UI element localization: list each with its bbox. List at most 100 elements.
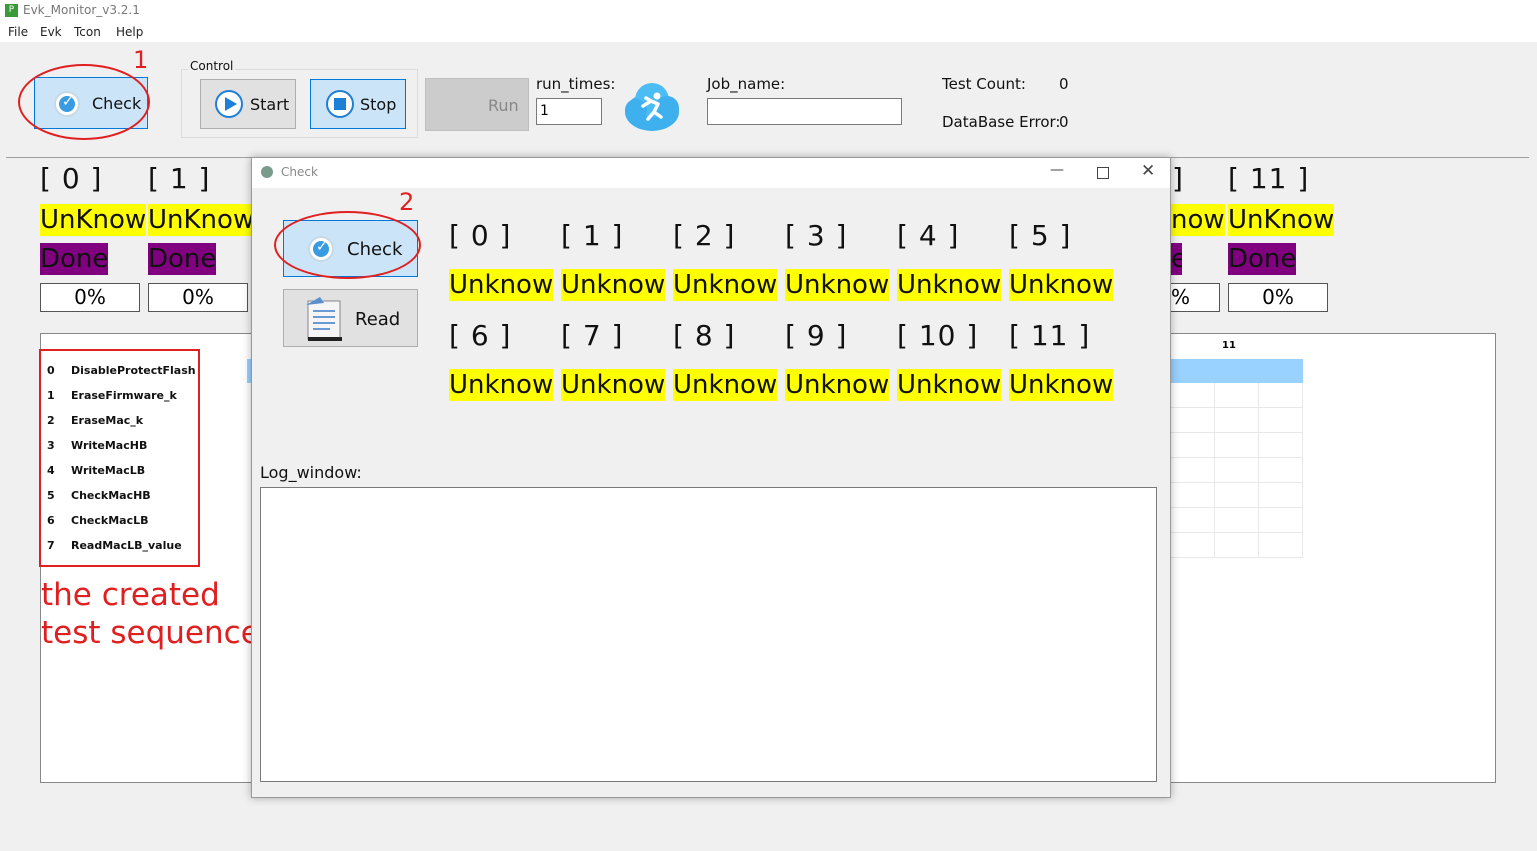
dialog-slot-1-index: [ 1 ]: [561, 219, 624, 252]
minimize-icon[interactable]: —: [1050, 162, 1064, 178]
grid-cell: [1259, 408, 1303, 433]
menu-file[interactable]: File: [8, 25, 28, 39]
dialog-app-icon: [261, 166, 273, 178]
slot-11-progress: 0%: [1228, 283, 1328, 312]
slot-10-status: now: [1171, 204, 1225, 236]
dialog-slot-6-status: Unknow: [449, 369, 554, 401]
start-button[interactable]: Start: [200, 79, 296, 129]
dialog-slot-5-index: [ 5 ]: [1009, 219, 1072, 252]
stop-button-label: Stop: [360, 95, 397, 114]
grid-cell: [1171, 533, 1215, 558]
dialog-slot-10-index: [ 10 ]: [897, 319, 979, 352]
grid-cell: [1171, 383, 1215, 408]
close-icon[interactable]: ✕: [1141, 161, 1155, 181]
annotation-note-line2: test sequence: [41, 615, 260, 651]
slot-0-progress: 0%: [40, 283, 140, 312]
dialog-title-bar: Check — ✕: [252, 158, 1170, 188]
document-icon: [302, 295, 348, 343]
dialog-title: Check: [281, 165, 318, 179]
run-button[interactable]: Run: [425, 78, 529, 131]
grid-cell: [1215, 383, 1259, 408]
grid-cell: [1171, 508, 1215, 533]
grid-cell: [1215, 533, 1259, 558]
slot-1-index: [ 1 ]: [148, 162, 211, 195]
dialog-slot-10-status: Unknow: [897, 369, 1002, 401]
stop-button[interactable]: Stop: [310, 79, 406, 129]
job-name-input[interactable]: [707, 98, 902, 125]
grid-cell: [1259, 458, 1303, 483]
job-name-label: Job_name:: [707, 75, 786, 93]
db-error-label: DataBase Error:: [942, 113, 1061, 131]
dialog-slot-5-status: Unknow: [1009, 269, 1114, 301]
read-button[interactable]: Read: [283, 289, 418, 347]
dialog-slot-3-index: [ 3 ]: [785, 219, 848, 252]
slot-10-progress: %: [1171, 283, 1220, 312]
slot-1-progress: 0%: [148, 283, 248, 312]
menu-help[interactable]: Help: [116, 25, 143, 39]
dialog-slot-0-status: Unknow: [449, 269, 554, 301]
grid-cell: [1259, 508, 1303, 533]
grid-cell: [1259, 433, 1303, 458]
annotation-note-line1: the created: [41, 577, 220, 613]
dialog-slot-8-status: Unknow: [673, 369, 778, 401]
slot-0-index: [ 0 ]: [40, 162, 103, 195]
slot-10-state: e: [1171, 243, 1182, 275]
slot-10-index-partial: ]: [1172, 162, 1184, 195]
grid-cell: [1171, 483, 1215, 508]
stop-icon: [326, 90, 354, 118]
annotation-marker-2: 2: [399, 188, 415, 216]
slot-0-state: Done: [40, 243, 109, 275]
slot-11-status: UnKnow: [1228, 204, 1335, 236]
grid-column-11-header: 11: [1222, 340, 1236, 351]
dialog-slot-11-index: [ 11 ]: [1009, 319, 1091, 352]
grid-cell: [1259, 383, 1303, 408]
check-dialog: Check — ✕ ✓ Check 2 Read [ 0 ] [ 1 ] [ 2…: [251, 157, 1171, 798]
dialog-slot-11-status: Unknow: [1009, 369, 1114, 401]
grid-header-row: [1171, 359, 1303, 383]
annotation-ellipse-1: [18, 64, 150, 140]
dialog-slot-4-status: Unknow: [897, 269, 1002, 301]
dialog-slot-9-index: [ 9 ]: [785, 319, 848, 352]
dialog-slot-2-index: [ 2 ]: [673, 219, 736, 252]
grid-cell: [1259, 483, 1303, 508]
grid-cell: [1171, 433, 1215, 458]
run-times-label: run_times:: [536, 75, 616, 93]
dialog-slot-1-status: Unknow: [561, 269, 666, 301]
dialog-slot-7-index: [ 7 ]: [561, 319, 624, 352]
run-times-input[interactable]: 1: [536, 98, 602, 125]
slot-0-status: UnKnow: [40, 204, 147, 236]
maximize-icon[interactable]: [1097, 167, 1109, 179]
run-button-label: Run: [488, 96, 519, 115]
test-count-value: 0: [1059, 75, 1069, 93]
runner-cloud-icon[interactable]: [622, 76, 680, 134]
app-title: Evk_Monitor_v3.2.1: [23, 3, 140, 17]
grid-cell: [1171, 458, 1215, 483]
grid-cell: [1215, 483, 1259, 508]
grid-cell: [1171, 408, 1215, 433]
test-count-label: Test Count:: [942, 75, 1026, 93]
menu-evk[interactable]: Evk: [40, 25, 62, 39]
slot-11-index: [ 11 ]: [1228, 162, 1310, 195]
read-button-label: Read: [355, 309, 401, 330]
log-window-label: Log_window:: [260, 463, 362, 482]
slot-11-state: Done: [1228, 243, 1297, 275]
annotation-ellipse-2: [274, 211, 421, 279]
dialog-slot-0-index: [ 0 ]: [449, 219, 512, 252]
grid-cell: [1215, 458, 1259, 483]
dialog-slot-7-status: Unknow: [561, 369, 666, 401]
dialog-slot-3-status: Unknow: [785, 269, 890, 301]
grid-cell: [1259, 533, 1303, 558]
play-icon: [215, 90, 243, 118]
dialog-slot-6-index: [ 6 ]: [449, 319, 512, 352]
control-group-label: Control: [188, 59, 236, 73]
app-icon: P: [5, 4, 18, 17]
dialog-slot-9-status: Unknow: [785, 369, 890, 401]
menu-bar: File Evk Tcon Help: [0, 22, 1537, 42]
annotation-sequence-box: [39, 349, 200, 567]
start-button-label: Start: [250, 95, 290, 114]
menu-tcon[interactable]: Tcon: [74, 25, 101, 39]
dialog-slot-2-status: Unknow: [673, 269, 778, 301]
log-window[interactable]: [260, 487, 1157, 782]
db-error-value: 0: [1059, 113, 1069, 131]
slot-1-status: UnKnow: [148, 204, 255, 236]
